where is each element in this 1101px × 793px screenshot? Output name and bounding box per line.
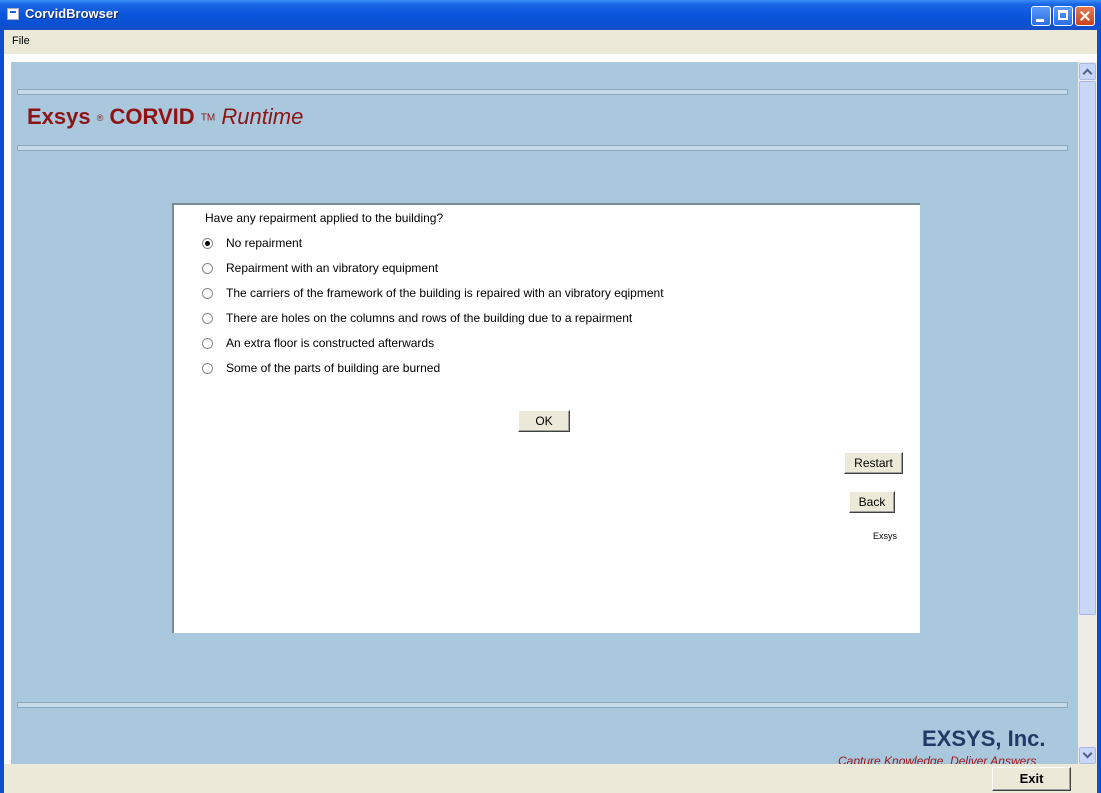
option-label: Some of the parts of building are burned	[226, 361, 441, 375]
brand-logo: Exsys ® CORVID TM Runtime	[27, 104, 303, 130]
divider-bottom	[17, 702, 1068, 708]
radio-button[interactable]	[202, 238, 213, 249]
radio-button[interactable]	[202, 338, 213, 349]
restart-button[interactable]: Restart	[844, 452, 903, 474]
exsys-credit: Exsys	[873, 531, 898, 541]
status-bar	[4, 764, 1097, 793]
minimize-button[interactable]	[1031, 6, 1051, 26]
option-label: Repairment with an vibratory equipment	[226, 261, 439, 275]
menu-file[interactable]: File	[12, 35, 30, 47]
vertical-scrollbar[interactable]	[1078, 62, 1097, 764]
chevron-up-icon	[1082, 68, 1093, 79]
option-label: There are holes on the columns and rows …	[226, 311, 633, 325]
divider-top	[17, 89, 1068, 95]
option-label: No repairment	[226, 236, 303, 250]
window-title: CorvidBrowser	[25, 6, 119, 21]
brand-edition: Runtime	[221, 104, 304, 129]
option-label: An extra floor is constructed afterwards	[226, 336, 435, 350]
menu-bar: File	[4, 30, 1097, 54]
corvid-browser-window: CorvidBrowser File Exsys ® CORVID TM Run…	[0, 0, 1101, 793]
brand-product: CORVID	[109, 104, 195, 129]
ok-button[interactable]: OK	[518, 410, 570, 432]
window-frame-left	[0, 30, 4, 793]
scroll-down-button[interactable]	[1079, 747, 1096, 764]
scroll-thumb[interactable]	[1079, 81, 1096, 615]
registered-mark: ®	[96, 113, 104, 124]
question-text: Have any repairment applied to the build…	[205, 211, 444, 225]
radio-button[interactable]	[202, 288, 213, 299]
brand-name: Exsys	[27, 104, 91, 129]
option-label: The carriers of the framework of the bui…	[226, 286, 664, 300]
radio-button[interactable]	[202, 313, 213, 324]
company-slogan: Capture Knowledge, Deliver Answers	[838, 754, 1037, 764]
company-name: EXSYS, Inc.	[922, 726, 1046, 751]
exit-button[interactable]: Exit	[992, 767, 1071, 791]
divider-mid	[17, 145, 1068, 151]
trademark-mark: TM	[200, 112, 216, 124]
radio-button[interactable]	[202, 263, 213, 274]
app-icon	[7, 8, 19, 20]
window-frame-right	[1097, 30, 1101, 793]
close-button[interactable]	[1075, 6, 1095, 26]
maximize-button[interactable]	[1053, 6, 1073, 26]
radio-button[interactable]	[202, 363, 213, 374]
chevron-down-icon	[1082, 748, 1093, 759]
back-button[interactable]: Back	[849, 491, 895, 513]
title-bar[interactable]: CorvidBrowser	[0, 0, 1101, 30]
scroll-up-button[interactable]	[1079, 63, 1096, 80]
